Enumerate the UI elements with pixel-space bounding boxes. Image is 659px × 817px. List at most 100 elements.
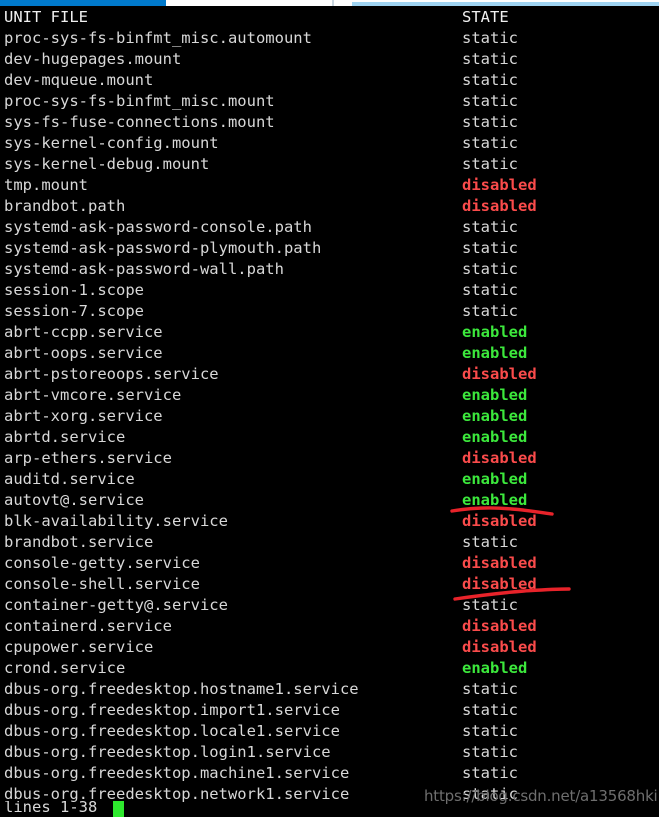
table-row: session-7.scope static (0, 301, 659, 322)
unit-state-static: static (462, 218, 518, 236)
unit-state-disabled: disabled (462, 449, 537, 467)
unit-file-name: sys-kernel-config.mount (4, 134, 219, 152)
table-row: crond.service enabled (0, 658, 659, 679)
unit-state-static: static (462, 71, 518, 89)
unit-state-static: static (462, 239, 518, 257)
unit-file-name: autovt@.service (4, 491, 144, 509)
unit-state-static: static (462, 764, 518, 782)
unit-file-name: abrt-pstoreoops.service (4, 365, 219, 383)
unit-state-static: static (462, 134, 518, 152)
table-row: dbus-org.freedesktop.import1.service stat… (0, 700, 659, 721)
unit-file-name: abrt-oops.service (4, 344, 163, 362)
terminal-cursor (113, 801, 124, 817)
unit-file-name: sys-fs-fuse-connections.mount (4, 113, 275, 131)
unit-state-static: static (462, 596, 518, 614)
table-row: sys-fs-fuse-connections.mount static (0, 112, 659, 133)
unit-state-disabled: disabled (462, 365, 537, 383)
column-header-unit-file: UNIT FILE (4, 8, 88, 26)
table-row: sys-kernel-config.mount static (0, 133, 659, 154)
unit-file-name: systemd-ask-password-plymouth.path (4, 239, 322, 257)
unit-file-name: crond.service (4, 659, 126, 677)
unit-state-enabled: enabled (462, 344, 528, 362)
table-row: tmp.mount disabled (0, 175, 659, 196)
table-row: abrt-oops.service enabled (0, 343, 659, 364)
unit-state-static: static (462, 302, 518, 320)
pager-status-line: lines 1-38 (0, 801, 659, 817)
unit-file-name: console-shell.service (4, 575, 200, 593)
unit-file-name: containerd.service (4, 617, 172, 635)
unit-file-name: console-getty.service (4, 554, 200, 572)
table-row: abrt-xorg.service enabled (0, 406, 659, 427)
unit-state-disabled: disabled (462, 512, 537, 530)
unit-state-disabled: disabled (462, 554, 537, 572)
unit-file-list: proc-sys-fs-binfmt_misc.automount static d… (0, 28, 659, 805)
table-row: dev-mqueue.mount static (0, 70, 659, 91)
unit-state-static: static (462, 29, 518, 47)
unit-state-disabled: disabled (462, 638, 537, 656)
table-row: dbus-org.freedesktop.login1.service stati… (0, 742, 659, 763)
unit-state-static: static (462, 260, 518, 278)
unit-file-name: sys-kernel-debug.mount (4, 155, 210, 173)
unit-state-static: static (462, 281, 518, 299)
table-row: brandbot.path disabled (0, 196, 659, 217)
unit-state-static: static (462, 722, 518, 740)
pager-output[interactable]: UNIT FILE STATE proc-sys-fs-binfmt_misc.… (0, 7, 659, 805)
unit-state-static: static (462, 701, 518, 719)
unit-state-enabled: enabled (462, 659, 528, 677)
table-row: proc-sys-fs-binfmt_misc.mount static (0, 91, 659, 112)
table-row: abrt-ccpp.service enabled (0, 322, 659, 343)
unit-file-name: abrt-vmcore.service (4, 386, 182, 404)
table-row: dbus-org.freedesktop.machine1.service sta… (0, 763, 659, 784)
table-row: session-1.scope static (0, 280, 659, 301)
table-row: dev-hugepages.mount static (0, 49, 659, 70)
table-row: systemd-ask-password-console.path static (0, 217, 659, 238)
unit-state-static: static (462, 743, 518, 761)
table-row: dbus-org.freedesktop.locale1.service stat… (0, 721, 659, 742)
table-row: abrt-pstoreoops.service disabled (0, 364, 659, 385)
unit-file-name: dbus-org.freedesktop.machine1.service (4, 764, 350, 782)
table-row: arp-ethers.service disabled (0, 448, 659, 469)
table-row: container-getty@.service static (0, 595, 659, 616)
table-row: sys-kernel-debug.mount static (0, 154, 659, 175)
table-row: blk-availability.service disabled (0, 511, 659, 532)
unit-file-name: session-1.scope (4, 281, 144, 299)
table-row: autovt@.service enabled (0, 490, 659, 511)
unit-file-name: abrt-ccpp.service (4, 323, 163, 341)
unit-file-name: dev-mqueue.mount (4, 71, 154, 89)
unit-state-static: static (462, 50, 518, 68)
unit-file-name: dbus-org.freedesktop.locale1.service (4, 722, 340, 740)
unit-state-disabled: disabled (462, 617, 537, 635)
table-row: proc-sys-fs-binfmt_misc.automount static (0, 28, 659, 49)
table-row: containerd.service disabled (0, 616, 659, 637)
unit-file-name: blk-availability.service (4, 512, 228, 530)
window-chrome-strip (0, 0, 659, 7)
unit-state-disabled: disabled (462, 197, 537, 215)
unit-state-static: static (462, 680, 518, 698)
unit-file-name: brandbot.service (4, 533, 154, 551)
unit-file-name: cpupower.service (4, 638, 154, 656)
chrome-titlebar-highlight (352, 0, 659, 2)
unit-state-enabled: enabled (462, 323, 528, 341)
column-header-row: UNIT FILE STATE (0, 7, 659, 28)
unit-state-enabled: enabled (462, 407, 528, 425)
table-row: console-getty.service disabled (0, 553, 659, 574)
unit-state-static: static (462, 533, 518, 551)
unit-file-name: dev-hugepages.mount (4, 50, 182, 68)
unit-state-enabled: enabled (462, 428, 528, 446)
unit-state-static: static (462, 155, 518, 173)
unit-file-name: systemd-ask-password-wall.path (4, 260, 284, 278)
unit-state-static: static (462, 113, 518, 131)
table-row: cpupower.service disabled (0, 637, 659, 658)
table-row: console-shell.service disabled (0, 574, 659, 595)
table-row: brandbot.service static (0, 532, 659, 553)
unit-file-name: proc-sys-fs-binfmt_misc.automount (4, 29, 312, 47)
unit-file-name: arp-ethers.service (4, 449, 172, 467)
unit-file-name: tmp.mount (4, 176, 88, 194)
unit-state-disabled: disabled (462, 176, 537, 194)
unit-state-static: static (462, 92, 518, 110)
unit-state-enabled: enabled (462, 386, 528, 404)
unit-state-enabled: enabled (462, 491, 528, 509)
unit-file-name: proc-sys-fs-binfmt_misc.mount (4, 92, 275, 110)
unit-file-name: abrt-xorg.service (4, 407, 163, 425)
unit-file-name: dbus-org.freedesktop.login1.service (4, 743, 331, 761)
